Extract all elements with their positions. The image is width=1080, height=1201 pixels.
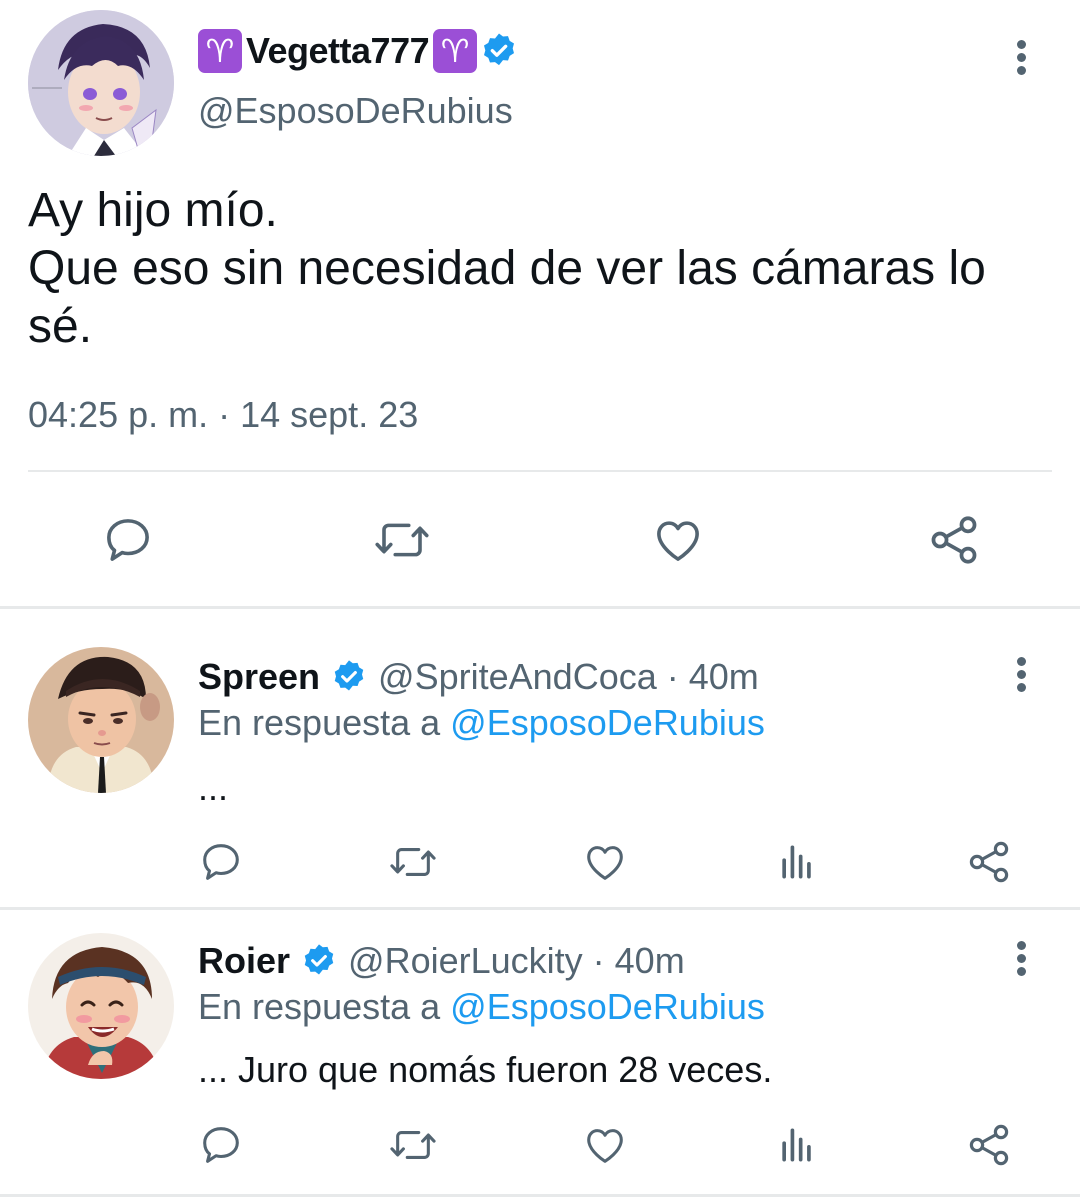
tweet-text: ... Juro que nomás fueron 28 veces. [198,1049,773,1090]
user-handle[interactable]: @RoierLuckity [348,940,583,982]
verified-badge-icon [330,658,368,696]
user-handle[interactable]: @EsposoDeRubius [198,90,513,132]
mention-link[interactable]: @EsposoDeRubius [450,702,765,743]
share-icon[interactable] [924,510,984,570]
tweet-timestamp[interactable]: 04:25 p. m. · 14 sept. 23 [28,394,418,436]
display-name[interactable]: Spreen [198,656,320,698]
more-options-icon[interactable] [1015,40,1027,80]
avatar[interactable] [28,647,174,793]
main-tweet: ♈ Vegetta777 ♈ @EsposoDeRubius Ay hijo m… [0,0,1080,606]
avatar[interactable] [28,10,174,156]
retweet-icon[interactable] [386,1120,440,1170]
aries-emoji-badge: ♈ [198,29,242,73]
tweet-text-line: Ay hijo mío. [28,184,278,237]
reply-to-label: En respuesta a [198,986,441,1027]
tweet-text: Ay hijo mío. Que eso sin necesidad de ve… [28,182,1048,356]
analytics-icon[interactable] [772,1120,822,1170]
reply-header: Roier @RoierLuckity · 40m [198,938,685,984]
tweet-text-line: Que eso sin necesidad de ver las cámaras… [28,242,1000,353]
mention-link[interactable]: @EsposoDeRubius [450,986,765,1027]
display-name-row[interactable]: ♈ Vegetta777 ♈ [198,26,519,76]
reply-header: Spreen @SpriteAndCoca · 40m [198,654,759,700]
tweet-time[interactable]: · 40m [593,940,685,982]
like-icon[interactable] [580,837,630,887]
divider [0,1194,1080,1197]
share-icon[interactable] [964,1120,1014,1170]
reply-tweet[interactable]: Roier @RoierLuckity · 40m En respuesta a… [0,910,1080,1194]
reply-icon[interactable] [196,1120,246,1170]
divider [28,470,1052,472]
more-options-icon[interactable] [1015,941,1027,981]
tweet-time[interactable]: · 40m [667,656,759,698]
analytics-icon[interactable] [772,837,822,887]
retweet-icon[interactable] [370,510,434,570]
more-options-icon[interactable] [1015,657,1027,697]
display-name[interactable]: Roier [198,940,290,982]
tweet-thread-page: ♈ Vegetta777 ♈ @EsposoDeRubius Ay hijo m… [0,0,1080,1201]
avatar[interactable] [28,933,174,1079]
reply-context: En respuesta a @EsposoDeRubius [198,702,765,744]
retweet-icon[interactable] [386,837,440,887]
reply-icon[interactable] [98,510,158,570]
aries-emoji-badge: ♈ [433,29,478,73]
like-icon[interactable] [648,510,708,570]
verified-badge-icon [479,31,519,71]
reply-icon[interactable] [196,837,246,887]
tweet-action-bar [0,510,1080,570]
tweet-text: ... [198,767,229,808]
verified-badge-icon [300,942,338,980]
reply-tweet[interactable]: Spreen @SpriteAndCoca · 40m En respuesta… [0,609,1080,907]
share-icon[interactable] [964,837,1014,887]
user-handle[interactable]: @SpriteAndCoca [378,656,657,698]
like-icon[interactable] [580,1120,630,1170]
display-name[interactable]: Vegetta777 [246,30,430,72]
reply-context: En respuesta a @EsposoDeRubius [198,986,765,1028]
reply-to-label: En respuesta a [198,702,441,743]
